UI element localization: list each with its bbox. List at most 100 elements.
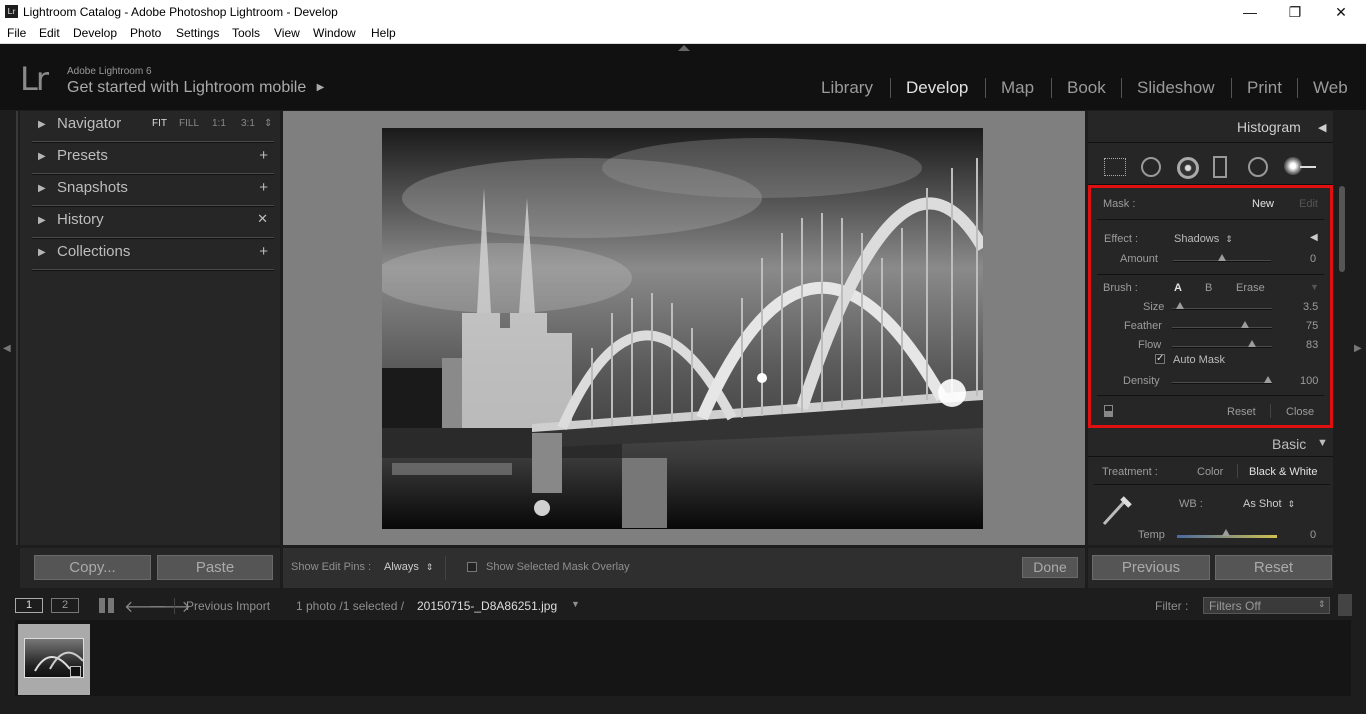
menu-develop[interactable]: Develop [73, 26, 117, 40]
zoom-1-1[interactable]: 1:1 [212, 118, 226, 129]
crop-overlay-icon[interactable] [1104, 158, 1126, 176]
amount-slider[interactable] [1173, 254, 1271, 262]
presets-header[interactable]: ▶ Presets + [32, 143, 274, 175]
menu-file[interactable]: File [7, 26, 26, 40]
add-snapshot-icon[interactable]: + [259, 179, 268, 196]
left-panel-toggle-icon[interactable]: ◀ [3, 343, 11, 354]
flow-slider-thumb[interactable] [1248, 340, 1256, 347]
forward-arrow-icon[interactable]: 🡒 [148, 596, 191, 617]
brush-b-button[interactable]: B [1205, 282, 1212, 294]
zoom-3-1[interactable]: 3:1 [241, 118, 255, 129]
filename[interactable]: 20150715-_D8A86251.jpg [417, 599, 557, 613]
wb-select[interactable]: As Shot ⇕ [1243, 498, 1295, 510]
flow-value[interactable]: 83 [1306, 339, 1318, 351]
previous-button[interactable]: Previous [1092, 555, 1210, 580]
menu-help[interactable]: Help [371, 26, 396, 40]
top-panel-toggle-icon[interactable] [678, 45, 690, 51]
image-canvas[interactable] [283, 111, 1085, 545]
reset-button[interactable]: Reset [1215, 555, 1332, 580]
histogram-header[interactable]: Histogram ◀ [1088, 111, 1333, 143]
close-button[interactable]: ✕ [1327, 2, 1355, 22]
mask-edit-button[interactable]: Edit [1299, 198, 1318, 210]
menu-settings[interactable]: Settings [176, 26, 219, 40]
right-panel-scrollbar[interactable] [1336, 111, 1348, 545]
size-value[interactable]: 3.5 [1303, 301, 1318, 313]
menu-view[interactable]: View [274, 26, 300, 40]
feather-slider-thumb[interactable] [1241, 321, 1249, 328]
filter-select[interactable]: Filters Off ⇕ [1203, 597, 1330, 614]
snapshots-header[interactable]: ▶ Snapshots + [32, 175, 274, 207]
module-book[interactable]: Book [1067, 78, 1106, 98]
source-label[interactable]: Previous Import [186, 599, 270, 613]
panel-reset-button[interactable]: Reset [1227, 406, 1256, 418]
menu-window[interactable]: Window [313, 26, 356, 40]
filmstrip-scroll-icon[interactable] [1338, 594, 1352, 616]
white-balance-eyedropper-icon[interactable] [1100, 492, 1134, 528]
graduated-filter-icon[interactable] [1213, 156, 1227, 178]
filename-dropdown-icon[interactable]: ▼ [571, 599, 580, 609]
photo-bridge-cathedral[interactable] [382, 128, 983, 529]
module-map[interactable]: Map [1001, 78, 1034, 98]
zoom-fill[interactable]: FILL [179, 118, 199, 129]
module-slideshow[interactable]: Slideshow [1137, 78, 1215, 98]
basic-header[interactable]: Basic ▼ [1088, 431, 1333, 457]
restore-button[interactable]: ❐ [1281, 2, 1309, 22]
menu-edit[interactable]: Edit [39, 26, 60, 40]
scrollbar-thumb[interactable] [1339, 186, 1345, 272]
zoom-fit[interactable]: FIT [152, 118, 167, 129]
paste-button[interactable]: Paste [157, 555, 273, 580]
primary-view-button[interactable]: 1 [15, 598, 43, 613]
brush-erase-button[interactable]: Erase [1236, 282, 1265, 294]
mask-toggle-icon[interactable] [1104, 405, 1113, 417]
zoom-stepper-icon[interactable]: ⇕ [264, 118, 272, 129]
treatment-color-button[interactable]: Color [1197, 466, 1223, 478]
density-slider-thumb[interactable] [1264, 376, 1272, 383]
minimize-button[interactable]: — [1236, 2, 1264, 22]
brush-a-button[interactable]: A [1174, 282, 1182, 294]
mobile-prompt[interactable]: Get started with Lightroom mobile ▶ [67, 79, 324, 97]
copy-button[interactable]: Copy... [34, 555, 151, 580]
add-collection-icon[interactable]: + [259, 243, 268, 260]
flow-slider[interactable] [1172, 340, 1272, 348]
red-eye-icon[interactable] [1177, 157, 1199, 179]
clear-history-icon[interactable]: ✕ [257, 211, 268, 227]
history-header[interactable]: ▶ History ✕ [32, 207, 274, 239]
density-slider[interactable] [1172, 376, 1272, 384]
adjustment-brush-icon[interactable] [1284, 157, 1318, 177]
spot-removal-icon[interactable] [1141, 157, 1161, 177]
module-develop[interactable]: Develop [906, 78, 968, 98]
feather-slider[interactable] [1172, 321, 1272, 329]
size-slider-thumb[interactable] [1176, 302, 1184, 309]
done-button[interactable]: Done [1022, 557, 1078, 578]
navigator-header[interactable]: ▶ Navigator FIT FILL 1:1 3:1 ⇕ [32, 111, 274, 143]
mask-new-button[interactable]: New [1252, 198, 1274, 210]
secondary-view-button[interactable]: 2 [51, 598, 79, 613]
grid-view-icon[interactable] [99, 598, 115, 613]
effect-collapse-icon[interactable]: ◀ [1310, 232, 1318, 243]
temp-slider-thumb[interactable] [1222, 529, 1230, 536]
radial-filter-icon[interactable] [1248, 157, 1268, 177]
brush-collapse-icon[interactable]: ▼ [1310, 282, 1319, 292]
module-library[interactable]: Library [821, 78, 873, 98]
amount-value[interactable]: 0 [1310, 253, 1316, 265]
edit-pins-select[interactable]: Always ⇕ [384, 561, 433, 573]
add-preset-icon[interactable]: + [259, 147, 268, 164]
menu-photo[interactable]: Photo [130, 26, 161, 40]
module-print[interactable]: Print [1247, 78, 1282, 98]
collections-header[interactable]: ▶ Collections + [32, 239, 274, 271]
right-panel-toggle-icon[interactable]: ▶ [1354, 343, 1362, 354]
collapse-icon[interactable]: ◀ [1318, 121, 1326, 134]
panel-close-button[interactable]: Close [1286, 406, 1314, 418]
menu-tools[interactable]: Tools [232, 26, 260, 40]
size-slider[interactable] [1172, 302, 1272, 310]
effect-select[interactable]: Shadows ⇕ [1174, 233, 1233, 245]
temp-slider[interactable] [1177, 529, 1277, 538]
feather-value[interactable]: 75 [1306, 320, 1318, 332]
temp-value[interactable]: 0 [1310, 529, 1316, 541]
module-web[interactable]: Web [1313, 78, 1348, 98]
treatment-bw-button[interactable]: Black & White [1249, 466, 1317, 478]
amount-slider-thumb[interactable] [1218, 254, 1226, 261]
filmstrip-thumbnail[interactable] [18, 624, 90, 695]
density-value[interactable]: 100 [1300, 375, 1318, 387]
automask-checkbox[interactable]: ✓ [1155, 354, 1165, 364]
